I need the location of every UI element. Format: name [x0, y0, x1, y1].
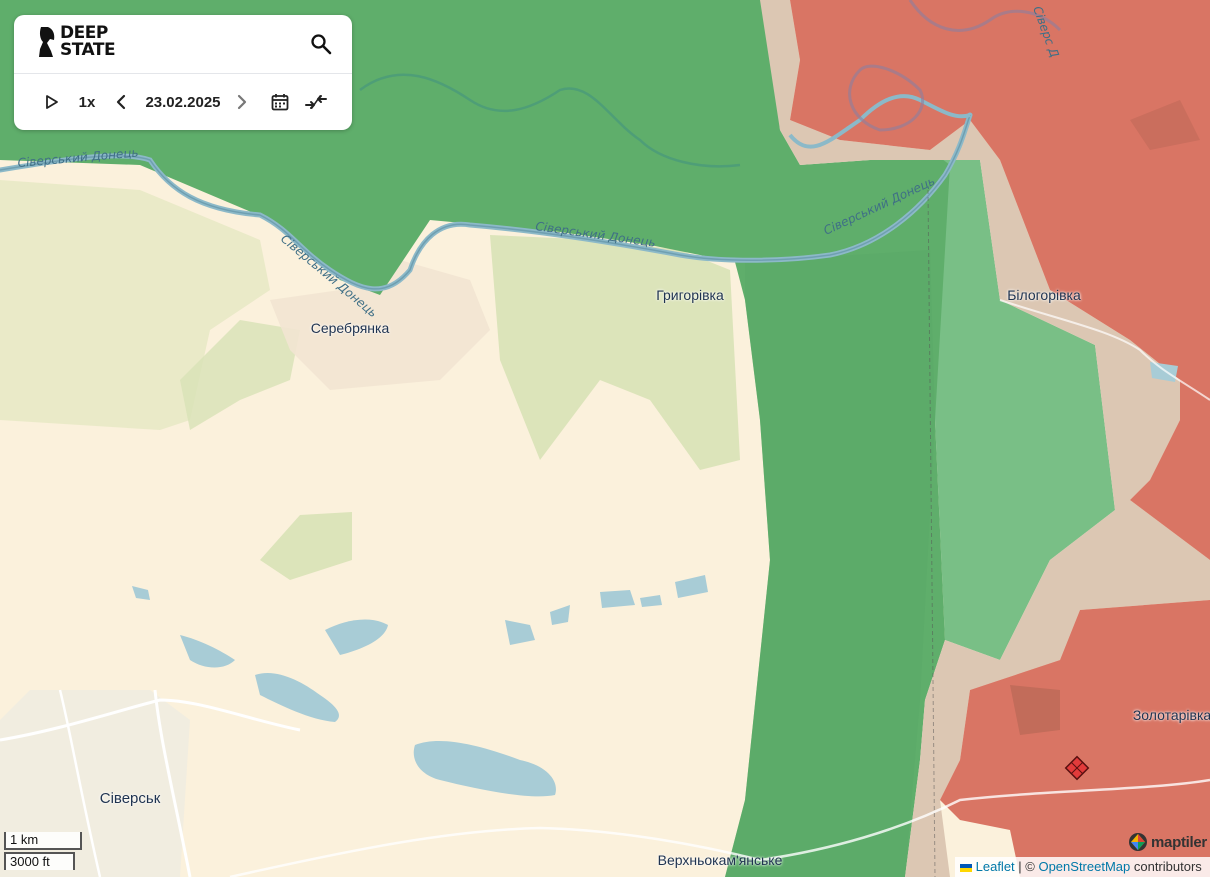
- panel-header: DEEP STATE: [14, 15, 352, 74]
- next-date-button[interactable]: [233, 90, 251, 114]
- timeline-controls: 1x 23.02.2025: [14, 74, 352, 130]
- attribution: Leaflet | © OpenStreetMap contributors: [955, 857, 1210, 877]
- calendar-icon: [271, 94, 289, 111]
- current-date[interactable]: 23.02.2025: [140, 90, 226, 114]
- search-icon: [311, 34, 332, 55]
- calendar-button[interactable]: [269, 90, 291, 114]
- control-panel: DEEP STATE 1x 23.02.2025: [14, 15, 352, 130]
- logo-line2: STATE: [60, 40, 116, 60]
- deepstate-logo[interactable]: DEEP STATE: [36, 25, 116, 60]
- logo-text: DEEP STATE: [60, 25, 116, 60]
- attribution-contributors: contributors: [1130, 859, 1202, 874]
- map-canvas[interactable]: Сіверський Донець Сіверський Донець Сіве…: [0, 0, 1210, 877]
- compare-arrows-icon: [305, 94, 327, 110]
- search-button[interactable]: [308, 31, 334, 57]
- maptiler-logo[interactable]: maptiler: [1128, 832, 1207, 852]
- map-layers: Сіверський Донець Сіверський Донець Сіве…: [0, 0, 1210, 877]
- town-label-serebrianka[interactable]: Серебрянка: [311, 320, 390, 336]
- play-icon: [46, 95, 58, 109]
- chevron-left-icon: [116, 94, 126, 110]
- play-button[interactable]: [42, 90, 62, 114]
- town-label-siversk[interactable]: Сіверськ: [100, 790, 161, 807]
- town-label-zolotarivka[interactable]: Золотарівка: [1133, 707, 1210, 723]
- osm-link[interactable]: OpenStreetMap: [1038, 859, 1130, 874]
- maptiler-icon: [1129, 833, 1147, 851]
- prev-date-button[interactable]: [112, 90, 130, 114]
- town-label-hryhorivka[interactable]: Григорівка: [656, 287, 724, 303]
- scale-bar-imperial: 3000 ft: [4, 852, 75, 870]
- chevron-right-icon: [237, 94, 247, 110]
- speed-button[interactable]: 1x: [76, 90, 98, 114]
- maptiler-text: maptiler: [1151, 833, 1207, 851]
- attribution-separator: | ©: [1014, 859, 1039, 874]
- scale-bar-metric: 1 km: [4, 832, 82, 850]
- leaflet-link[interactable]: Leaflet: [976, 859, 1015, 874]
- town-label-verkhnokamianske[interactable]: Верхньокам'янське: [658, 852, 783, 868]
- town-label-bilohorivka[interactable]: Білогорівка: [1007, 287, 1081, 303]
- compare-button[interactable]: [304, 90, 328, 114]
- knight-icon: [39, 27, 55, 57]
- ukraine-flag-icon: [960, 863, 972, 872]
